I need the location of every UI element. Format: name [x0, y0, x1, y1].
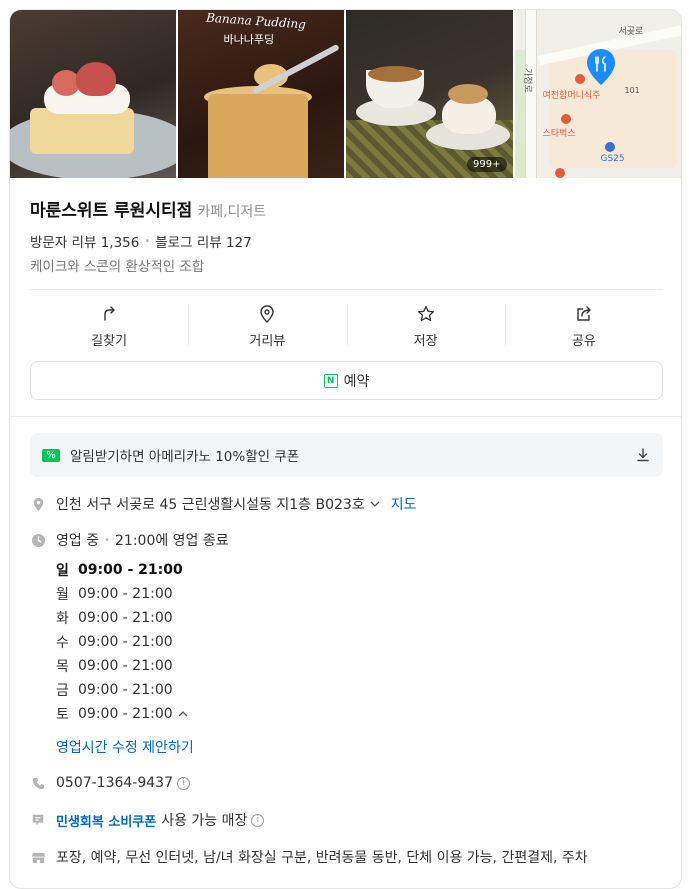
- amenities-text: 포장, 예약, 무선 인터넷, 남/녀 화장실 구분, 반려동물 동반, 단체 …: [56, 850, 588, 866]
- map-place-3: GS25: [600, 154, 625, 164]
- divider: [30, 289, 663, 290]
- save-button[interactable]: 저장: [346, 300, 505, 352]
- save-label: 저장: [413, 333, 438, 349]
- map-link[interactable]: 지도: [391, 494, 417, 514]
- share-button[interactable]: 공유: [504, 300, 663, 352]
- status-state: 영업 중: [56, 533, 100, 549]
- hours-row-sat: 토 09:00 - 21:00: [56, 702, 189, 726]
- map-place-1-number: 101: [624, 86, 640, 95]
- visitor-review-link[interactable]: 방문자 리뷰 1,356: [30, 231, 139, 251]
- map-marker-icon: [554, 168, 565, 178]
- hours-row-thu: 목 09:00 - 21:00: [56, 654, 189, 678]
- coupon-program-name[interactable]: 민생회복 소비쿠폰: [56, 811, 156, 830]
- hours-row-wed: 수 09:00 - 21:00: [56, 630, 189, 654]
- hours-time: 09:00 - 21:00: [78, 682, 173, 698]
- coupon-icon: %: [42, 448, 60, 462]
- hours-row-fri: 금 09:00 - 21:00: [56, 678, 189, 702]
- section-divider: [10, 416, 681, 417]
- blog-review-link[interactable]: 블로그 리뷰 127: [155, 231, 251, 251]
- map-road-label: 서곶로: [618, 27, 644, 37]
- clock-icon: [30, 532, 46, 548]
- photo-count-badge: 999+: [467, 157, 507, 172]
- store-marker-icon: [604, 142, 615, 152]
- directions-icon: [104, 305, 115, 321]
- star-icon: [417, 305, 434, 321]
- photo-caption-en: Banana Pudding: [205, 10, 306, 32]
- hours-time: 09:00 - 21:00: [78, 610, 173, 626]
- photo-cake[interactable]: [10, 10, 176, 178]
- photo-caption-ko: 바나나푸딩: [223, 33, 275, 46]
- photo-banana-pudding[interactable]: Banana Pudding 바나나푸딩: [177, 10, 344, 178]
- chevron-up-icon[interactable]: [177, 708, 189, 720]
- hours-time: 09:00 - 21:00: [78, 586, 173, 602]
- hours-day: 화: [56, 611, 69, 627]
- photo-strip: Banana Pudding 바나나푸딩 999+ 서곶로 가정로 여전함머니식…: [10, 10, 681, 178]
- address-text[interactable]: 인천 서구 서곶로 45 근린생활시설동 지1층 B023호: [56, 494, 365, 514]
- review-summary: 방문자 리뷰 1,356 • 블로그 리뷰 127: [30, 231, 252, 251]
- business-status-row: 영업 중 • 21:00에 영업 종료: [30, 530, 229, 550]
- restaurant-marker-icon: [574, 74, 585, 84]
- map-thumbnail[interactable]: 서곶로 가정로 여전함머니식주 101 스타벅스 GS25: [514, 10, 681, 178]
- hours-list: 일 09:00 - 21:00 월 09:00 - 21:00 화 09:00 …: [56, 558, 189, 726]
- phone-number[interactable]: 0507-1364-9437: [56, 775, 173, 791]
- map-pin-icon: [586, 49, 615, 85]
- reserve-button[interactable]: N 예약: [30, 361, 663, 400]
- reserve-label: 예약: [343, 373, 370, 390]
- hours-row-mon: 월 09:00 - 21:00: [56, 582, 189, 606]
- hours-time: 09:00 - 21:00: [78, 634, 173, 650]
- amenities-row: 포장, 예약, 무선 인터넷, 남/녀 화장실 구분, 반려동물 동반, 단체 …: [30, 847, 588, 867]
- map-place-1: 여전함머니식주: [542, 91, 601, 101]
- info-icon[interactable]: i: [177, 776, 190, 790]
- hours-day: 수: [56, 635, 69, 651]
- status-detail: 21:00에 영업 종료: [115, 533, 229, 549]
- street-view-label: 거리뷰: [249, 333, 286, 349]
- separator-dot: •: [104, 534, 110, 546]
- naver-booking-icon: N: [323, 373, 338, 388]
- hours-day: 목: [56, 659, 69, 675]
- location-pin-icon: [260, 304, 275, 323]
- hours-time: 09:00 - 21:00: [78, 562, 183, 578]
- share-icon: [577, 305, 591, 321]
- separator-dot: •: [144, 235, 151, 247]
- phone-icon: [30, 775, 46, 791]
- share-label: 공유: [571, 333, 596, 349]
- coupon-text: 알림받기하면 아메리카노 10%할인 쿠폰: [70, 449, 300, 465]
- hours-row-sun: 일 09:00 - 21:00: [56, 558, 189, 582]
- hours-day: 월: [56, 587, 69, 603]
- directions-label: 길찾기: [91, 333, 128, 349]
- speech-bubble-icon: [30, 812, 46, 828]
- store-icon: [30, 849, 46, 865]
- coupon-program-suffix: 사용 가능 매장: [161, 813, 248, 829]
- map-side-road-label: 가정로: [521, 68, 532, 93]
- address-row: 인천 서구 서곶로 45 근린생활시설동 지1층 B023호 지도: [30, 494, 416, 514]
- chevron-down-icon[interactable]: [369, 498, 381, 510]
- photo-coffee[interactable]: 999+: [346, 10, 513, 178]
- hours-time: 09:00 - 21:00: [78, 706, 173, 722]
- place-header: 마룬스위트 루원시티점 카페,디저트: [30, 196, 266, 221]
- coupon-program-row: 민생회복 소비쿠폰 사용 가능 매장 i: [30, 810, 265, 830]
- coupon-banner[interactable]: % 알림받기하면 아메리카노 10%할인 쿠폰: [30, 433, 663, 477]
- place-category: 카페,디저트: [197, 204, 267, 220]
- info-icon[interactable]: i: [251, 813, 265, 827]
- download-icon[interactable]: [635, 447, 651, 463]
- hours-suggest-link[interactable]: 영업시간 수정 제안하기: [56, 737, 194, 757]
- hours-day: 토: [56, 707, 69, 723]
- hours-time: 09:00 - 21:00: [78, 658, 173, 674]
- hours-day: 금: [56, 683, 69, 699]
- action-bar: 길찾기 거리뷰 저장 공유: [30, 300, 663, 352]
- place-card: Banana Pudding 바나나푸딩 999+ 서곶로 가정로 여전함머니식…: [9, 9, 682, 889]
- street-view-button[interactable]: 거리뷰: [188, 300, 346, 352]
- directions-button[interactable]: 길찾기: [30, 300, 188, 352]
- hours-row-tue: 화 09:00 - 21:00: [56, 606, 189, 630]
- cafe-marker-icon: [560, 114, 571, 124]
- place-name[interactable]: 마룬스위트 루원시티점: [30, 196, 192, 221]
- map-place-2: 스타벅스: [542, 129, 576, 139]
- place-description: 케이크와 스콘의 환상적인 조합: [30, 259, 205, 275]
- hours-day: 일: [56, 563, 69, 579]
- address-pin-icon: [30, 496, 46, 512]
- phone-row: 0507-1364-9437 i: [30, 775, 190, 791]
